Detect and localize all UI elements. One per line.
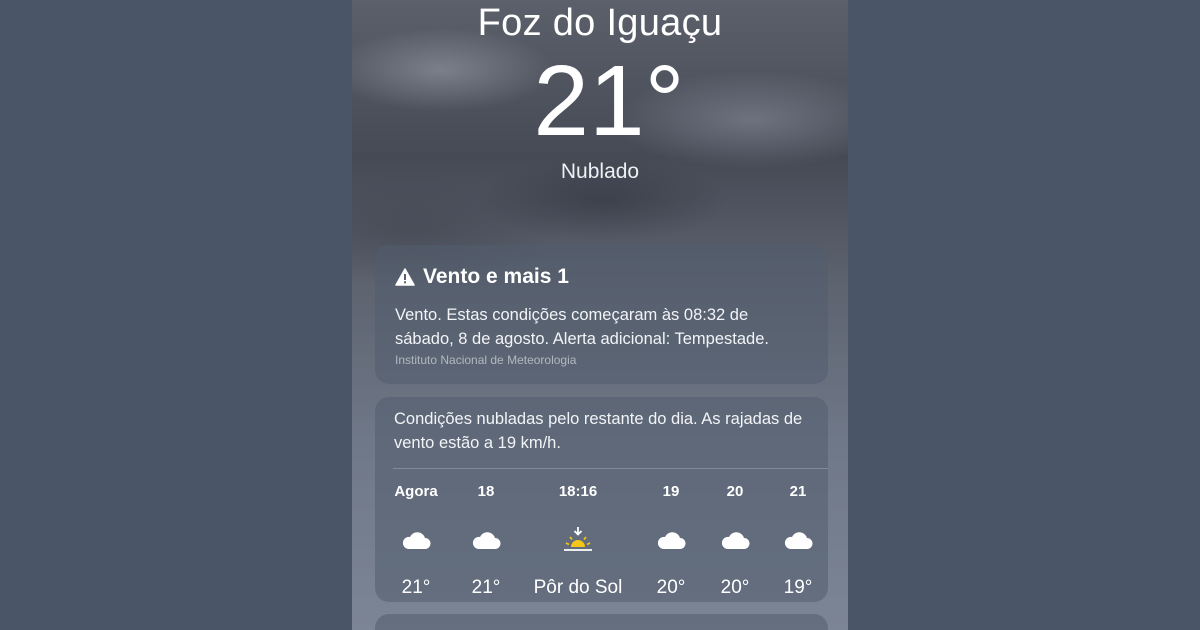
cloud-icon	[657, 532, 686, 549]
alert-source: Instituto Nacional de Meteorologia	[395, 353, 577, 367]
alert-header: Vento e mais 1	[395, 263, 808, 291]
current-temperature: 21°	[533, 45, 685, 157]
next-card-partial[interactable]	[375, 614, 828, 630]
cloud-icon	[472, 532, 501, 549]
forecast-summary: Condições nubladas pelo restante do dia.…	[394, 410, 803, 452]
hour-label: 18:16	[558, 483, 598, 500]
sunset-icon	[564, 527, 592, 551]
hour-temperature: 21°	[471, 577, 501, 598]
hour-item-sunset: 18:16 Pôr do Sol	[530, 483, 626, 599]
hour-item-18: 18 21°	[438, 483, 534, 599]
weather-screen: Foz do Iguaçu 21° Nublado Vento e mais 1…	[352, 0, 848, 630]
hour-label: 21	[789, 483, 807, 500]
hour-value: Pôr do Sol	[533, 577, 623, 598]
warning-triangle-icon	[395, 268, 415, 286]
hour-item-21: 21 19°	[750, 483, 846, 599]
current-condition: Nublado	[560, 160, 640, 183]
divider	[393, 468, 828, 469]
severe-weather-alert-card[interactable]: Vento e mais 1 Vento. Estas condições co…	[375, 245, 828, 384]
cloud-icon	[784, 532, 813, 549]
city-name: Foz do Iguaçu	[477, 2, 723, 44]
alert-title: Vento e mais 1	[423, 265, 569, 288]
hour-label: 18	[477, 483, 495, 500]
cloud-icon	[721, 532, 750, 549]
alert-description: Vento. Estas condições começaram às 08:3…	[395, 306, 769, 348]
cloud-icon	[402, 532, 431, 549]
hourly-forecast-card[interactable]: Condições nubladas pelo restante do dia.…	[375, 397, 828, 602]
hour-temperature: 19°	[783, 577, 813, 598]
